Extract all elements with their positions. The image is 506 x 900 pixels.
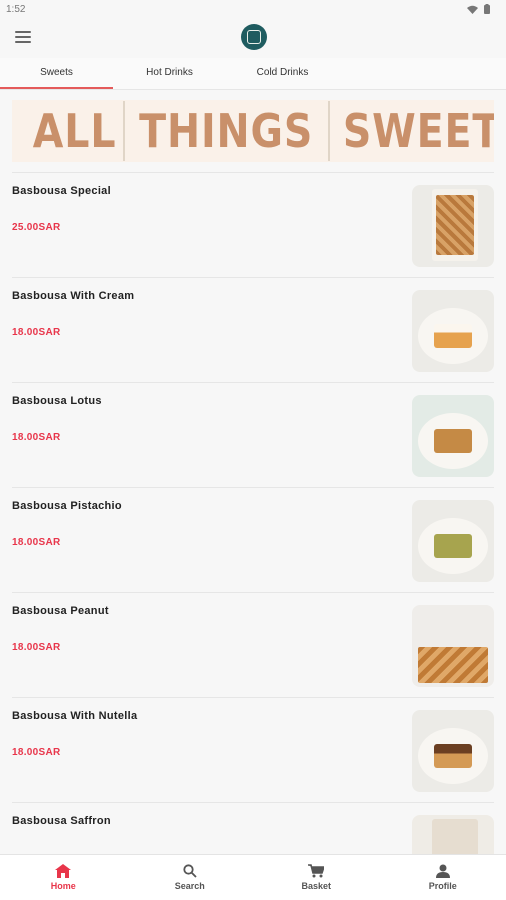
app-bar xyxy=(0,18,506,58)
menu-list[interactable]: ALL THINGS SWEET Basbousa Special 25.00S… xyxy=(0,90,506,854)
basbousa-cream-photo xyxy=(412,290,494,372)
tab-cold-drinks[interactable]: Cold Drinks xyxy=(226,58,339,89)
banner-word-all: ALL xyxy=(32,104,117,158)
nav-profile-label: Profile xyxy=(428,881,457,891)
search-icon xyxy=(183,864,197,878)
cafe-logo xyxy=(241,24,267,50)
banner-word-things: THINGS xyxy=(139,104,314,158)
banner-photo-cake xyxy=(123,101,126,161)
product-price: 18.00SAR xyxy=(12,537,61,548)
basbousa-special-photo xyxy=(412,185,494,267)
tab-sweets[interactable]: Sweets xyxy=(0,58,113,89)
promo-banner: ALL THINGS SWEET xyxy=(12,100,494,162)
home-icon xyxy=(55,864,72,878)
status-icons xyxy=(467,4,490,14)
basbousa-pistachio-photo xyxy=(412,500,494,582)
product-price: 25.00SAR xyxy=(12,222,61,233)
nav-basket[interactable]: Basket xyxy=(253,855,380,900)
product-name: Basbousa Pistachio xyxy=(12,500,122,512)
product-name: Basbousa With Cream xyxy=(12,290,135,302)
banner-photo-jars xyxy=(327,101,330,161)
banner-word-sweet: SWEET xyxy=(342,104,494,158)
bottom-navigation: Home Search Basket Profile xyxy=(0,854,506,900)
basbousa-lotus-photo xyxy=(412,395,494,477)
nav-basket-label: Basket xyxy=(301,881,332,891)
product-price: 18.00SAR xyxy=(12,327,61,338)
product-price: 18.00SAR xyxy=(12,432,61,443)
product-name: Basbousa Special xyxy=(12,185,111,197)
cart-icon xyxy=(308,864,325,878)
product-name: Basbousa Lotus xyxy=(12,395,102,407)
product-item[interactable]: Basbousa Lotus 18.00SAR xyxy=(12,383,494,488)
product-item[interactable]: Basbousa Pistachio 18.00SAR xyxy=(12,488,494,593)
product-item[interactable]: Basbousa Peanut 18.00SAR xyxy=(12,593,494,698)
product-item[interactable]: Basbousa With Cream 18.00SAR xyxy=(12,278,494,383)
product-price: 18.00SAR xyxy=(12,747,61,758)
product-price: 18.00SAR xyxy=(12,642,61,653)
basbousa-saffron-photo xyxy=(412,815,494,854)
nav-home-label: Home xyxy=(50,881,76,891)
category-tabs: Sweets Hot Drinks Cold Drinks xyxy=(0,58,506,90)
status-bar: 1:52 xyxy=(0,0,506,18)
nav-profile[interactable]: Profile xyxy=(380,855,506,900)
tab-hot-drinks[interactable]: Hot Drinks xyxy=(113,58,226,89)
product-name: Basbousa Peanut xyxy=(12,605,109,617)
nav-home[interactable]: Home xyxy=(0,855,127,900)
nav-search[interactable]: Search xyxy=(127,855,254,900)
person-icon xyxy=(435,864,450,878)
product-name: Basbousa With Nutella xyxy=(12,710,138,722)
product-name: Basbousa Saffron xyxy=(12,815,111,827)
nav-search-label: Search xyxy=(174,881,205,891)
basbousa-nutella-photo xyxy=(412,710,494,792)
product-item[interactable]: Basbousa Special 25.00SAR xyxy=(12,173,494,278)
product-item[interactable]: Basbousa With Nutella 18.00SAR xyxy=(12,698,494,803)
wifi-icon xyxy=(467,5,478,14)
status-time: 1:52 xyxy=(6,3,26,15)
hamburger-menu-icon[interactable] xyxy=(14,29,32,45)
basbousa-peanut-photo xyxy=(412,605,494,687)
product-item[interactable]: Basbousa Saffron xyxy=(12,803,494,854)
battery-icon xyxy=(484,4,490,14)
